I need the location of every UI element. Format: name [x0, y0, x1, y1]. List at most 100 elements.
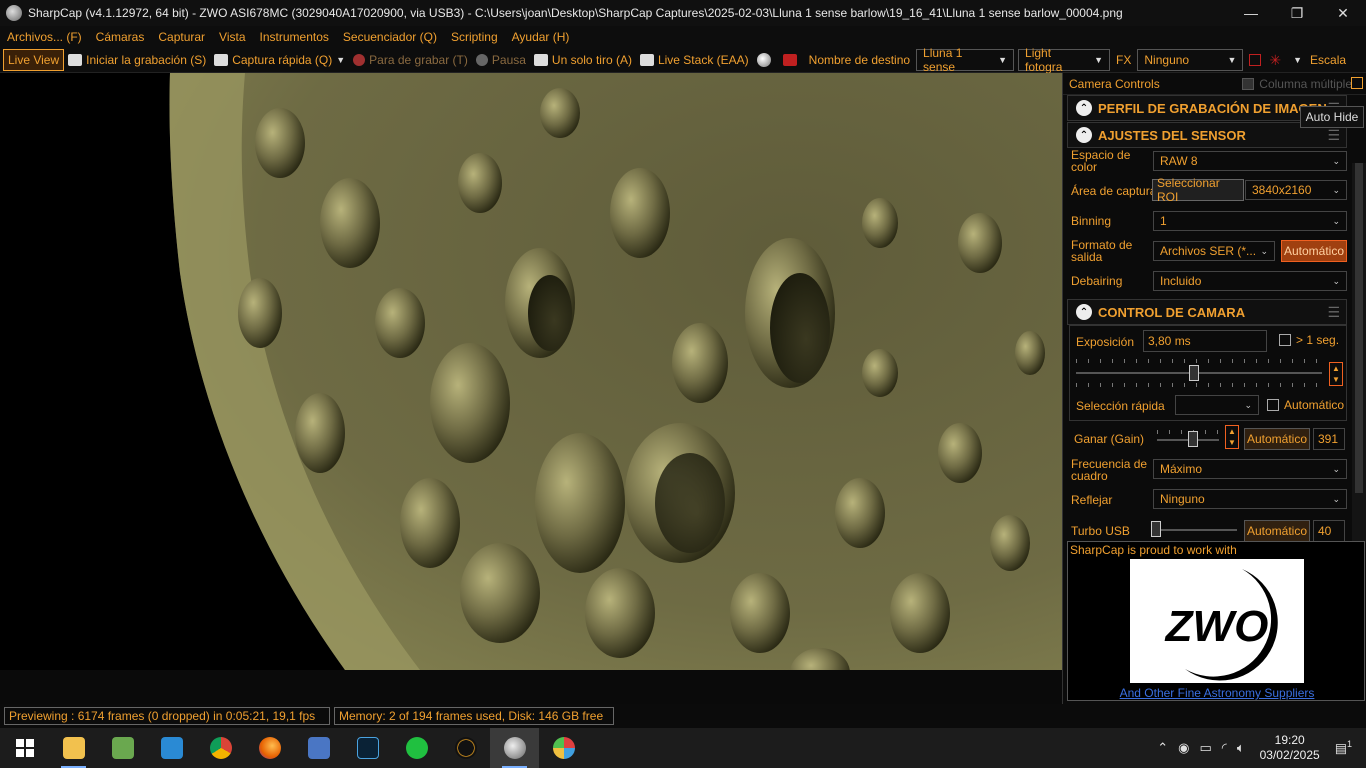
- panel-scrollbar[interactable]: [1352, 163, 1366, 543]
- overlay-menu-button[interactable]: ▼: [1285, 49, 1306, 71]
- start-button[interactable]: [0, 728, 49, 768]
- gain-spinner[interactable]: ▲ ▼: [1225, 425, 1239, 449]
- select-roi-button[interactable]: Seleccionar ROI: [1152, 176, 1244, 204]
- moon-button[interactable]: [753, 49, 779, 71]
- title-bar: SharpCap (v4.1.12972, 64 bit) - ZWO ASI6…: [0, 0, 1366, 26]
- maximize-button[interactable]: ❐: [1274, 0, 1320, 26]
- target-name-label: Nombre de destino: [808, 53, 911, 67]
- multi-column-checkbox[interactable]: [1242, 77, 1255, 90]
- usb-turbo-value-input[interactable]: 40: [1313, 520, 1345, 542]
- usb-turbo-auto-button[interactable]: Automático: [1244, 520, 1310, 542]
- gain-slider-thumb[interactable]: [1188, 431, 1199, 447]
- capture-area-select[interactable]: 3840x2160 ⌄: [1245, 180, 1347, 200]
- inc-button[interactable]: [779, 49, 805, 71]
- output-format-value: Archivos SER (*...: [1160, 244, 1257, 258]
- chevron-down-icon: ⌄: [1332, 275, 1340, 286]
- folder-icon: [62, 737, 85, 759]
- taskbar-paint[interactable]: [539, 728, 588, 768]
- volume-icon[interactable]: 🔈︎: [1237, 740, 1245, 756]
- exposure-slider-thumb[interactable]: [1189, 365, 1200, 381]
- chevron-down-icon: ⌄: [1332, 493, 1340, 504]
- wifi-icon[interactable]: ◜: [1222, 740, 1227, 756]
- taskbar-astro-app[interactable]: [441, 728, 490, 768]
- menu-ayudar[interactable]: Ayudar (H): [505, 30, 577, 44]
- taskbar-firefox[interactable]: [245, 728, 294, 768]
- gain-value-input[interactable]: 391: [1313, 428, 1345, 450]
- quick-select-select[interactable]: ⌄: [1175, 395, 1259, 415]
- live-stack-button[interactable]: Live Stack (EAA): [636, 49, 753, 71]
- section-camera[interactable]: ⌃ CONTROL DE CAMARA ☰: [1067, 299, 1347, 325]
- color-space-select[interactable]: RAW 8 ⌄: [1153, 151, 1347, 171]
- frame-rate-select[interactable]: Máximo ⌄: [1153, 459, 1347, 479]
- crosshair-button[interactable]: ✳: [1265, 49, 1285, 71]
- taskbar-notepad-plus[interactable]: [98, 728, 147, 768]
- single-frame-label: Un solo tiro (A): [551, 53, 632, 67]
- zwo-logo[interactable]: ZWO: [1130, 559, 1304, 683]
- long-exposure-toggle[interactable]: > 1 seg.: [1279, 334, 1339, 346]
- close-button[interactable]: ✕: [1320, 0, 1366, 26]
- chevron-down-icon: ▼: [1293, 55, 1303, 65]
- pin-icon[interactable]: [1351, 77, 1363, 89]
- taskbar-sharpcap[interactable]: [490, 728, 539, 768]
- hamburger-icon[interactable]: ☰: [1327, 127, 1340, 144]
- snapshot-icon: [533, 54, 548, 66]
- long-exposure-checkbox[interactable]: [1279, 334, 1291, 346]
- reticle-button[interactable]: [1245, 49, 1265, 71]
- menu-archivos[interactable]: Archivos... (F): [0, 30, 89, 44]
- chevron-up-icon[interactable]: ⌃: [1157, 740, 1168, 756]
- single-frame-button[interactable]: Un solo tiro (A): [530, 49, 636, 71]
- taskbar-chrome[interactable]: [196, 728, 245, 768]
- flip-select[interactable]: Ninguno ⌄: [1153, 489, 1347, 509]
- binning-label: Binning: [1071, 214, 1112, 228]
- fx-select[interactable]: Ninguno ▼: [1137, 49, 1244, 71]
- frame-type-value: Light fotogra: [1025, 46, 1063, 74]
- taskbar-vscode[interactable]: [147, 728, 196, 768]
- arrow-up-icon[interactable]: ▲: [1330, 363, 1342, 374]
- menu-secuenciador[interactable]: Secuenciador (Q): [336, 30, 444, 44]
- usb-turbo-slider-track[interactable]: [1151, 529, 1237, 531]
- output-format-auto-button[interactable]: Automático: [1281, 240, 1347, 262]
- binning-select[interactable]: 1 ⌄: [1153, 211, 1347, 231]
- video-camera-icon: [214, 54, 229, 66]
- quick-select-auto-checkbox[interactable]: [1267, 399, 1279, 411]
- menu-vista[interactable]: Vista: [212, 30, 252, 44]
- multi-column-toggle[interactable]: Columna múltiple: [1242, 77, 1352, 91]
- menu-instrumentos[interactable]: Instrumentos: [253, 30, 336, 44]
- suppliers-link[interactable]: And Other Fine Astronomy Suppliers: [1068, 686, 1366, 700]
- battery-icon[interactable]: ▭: [1199, 740, 1211, 756]
- notifications-button[interactable]: ▤1: [1335, 739, 1352, 756]
- minimize-button[interactable]: —: [1228, 0, 1274, 26]
- astro-icon: [454, 737, 477, 759]
- output-format-select[interactable]: Archivos SER (*... ⌄: [1153, 241, 1275, 261]
- live-view-button[interactable]: Live View: [3, 49, 65, 71]
- frame-type-select[interactable]: Light fotogra ▼: [1018, 46, 1111, 74]
- clock[interactable]: 19:20 03/02/2025: [1260, 733, 1320, 763]
- quick-select-label: Selección rápida: [1076, 399, 1165, 413]
- pause-label: Pausa: [491, 53, 526, 67]
- menu-capturar[interactable]: Capturar: [151, 30, 212, 44]
- taskbar-lightroom[interactable]: [343, 728, 392, 768]
- start-capture-button[interactable]: Iniciar la grabación (S): [64, 49, 210, 71]
- gain-auto-button[interactable]: Automático: [1244, 428, 1310, 450]
- target-name-input[interactable]: Lluna 1 sense ▼: [916, 46, 1015, 74]
- quick-select-auto-toggle[interactable]: Automático: [1267, 399, 1344, 411]
- taskbar-file-explorer[interactable]: [49, 728, 98, 768]
- panel-scrollbar-thumb[interactable]: [1355, 163, 1363, 493]
- arrow-up-icon[interactable]: ▲: [1226, 426, 1238, 437]
- exposure-spinner[interactable]: ▲ ▼: [1329, 362, 1343, 386]
- stop-capture-button[interactable]: Para de grabar (T): [349, 49, 472, 71]
- debayer-select[interactable]: Incluido ⌄: [1153, 271, 1347, 291]
- exposure-input[interactable]: 3,80 ms: [1143, 330, 1267, 352]
- quick-capture-button[interactable]: Captura rápida (Q) ▼: [210, 49, 349, 71]
- menu-scripting[interactable]: Scripting: [444, 30, 505, 44]
- usb-turbo-slider-thumb[interactable]: [1151, 521, 1161, 537]
- menu-camaras[interactable]: Cámaras: [89, 30, 152, 44]
- arrow-down-icon[interactable]: ▼: [1226, 437, 1238, 448]
- hamburger-icon[interactable]: ☰: [1327, 304, 1340, 321]
- taskbar-obs[interactable]: [392, 728, 441, 768]
- image-viewer[interactable]: [0, 73, 1062, 670]
- camera-tray-icon[interactable]: ◉: [1178, 740, 1189, 756]
- taskbar-network-app[interactable]: [294, 728, 343, 768]
- arrow-down-icon[interactable]: ▼: [1330, 374, 1342, 385]
- pause-button[interactable]: Pausa: [472, 49, 530, 71]
